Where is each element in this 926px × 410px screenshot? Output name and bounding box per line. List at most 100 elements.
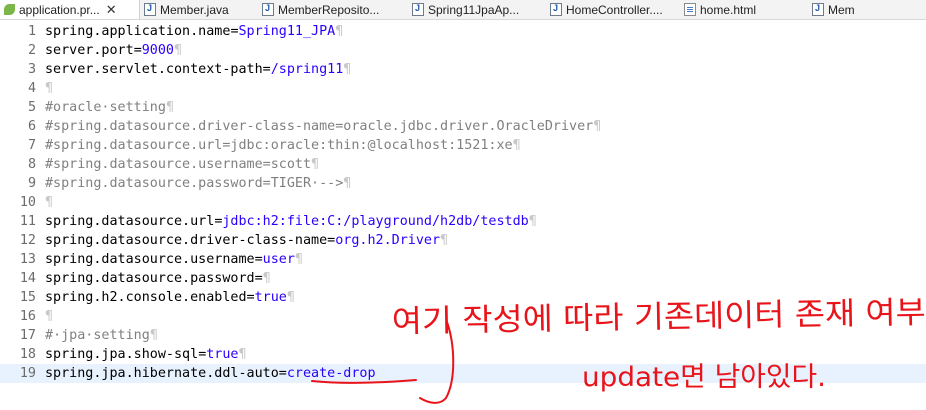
code-text: spring.datasource.username=user¶ — [45, 250, 303, 269]
line-end-marker: ¶ — [343, 62, 352, 77]
code-line[interactable]: 8 #spring.datasource.username=scott¶ — [0, 155, 926, 174]
code-text: server.port=9000¶ — [45, 41, 182, 60]
code-text: #oracle·setting¶ — [45, 98, 174, 117]
code-editor[interactable]: 1 spring.application.name=Spring11_JPA¶ 2 s… — [0, 20, 926, 410]
editor-tab[interactable]: application.pr... ✕ — [0, 0, 140, 19]
java-file-icon — [144, 3, 156, 16]
code-text: ¶ — [45, 307, 53, 326]
property-key: spring.jpa.hibernate.ddl-auto — [45, 366, 279, 381]
line-end-marker: ¶ — [294, 252, 303, 267]
code-line[interactable]: 16 ¶ — [0, 307, 926, 326]
line-end-marker: ¶ — [528, 214, 537, 229]
code-line[interactable]: 7 #spring.datasource.url=jdbc:oracle:thin… — [0, 136, 926, 155]
editor-tab-label: application.pr... — [19, 2, 100, 17]
property-value: Spring11_JPA — [238, 24, 336, 39]
code-line[interactable]: 5 #oracle·setting¶ — [0, 98, 926, 117]
property-key: spring.datasource.driver-class-name — [45, 233, 328, 248]
property-key: spring.h2.console.enabled — [45, 290, 247, 305]
line-number: 12 — [19, 233, 36, 248]
line-number: 6 — [27, 119, 36, 134]
property-key: spring.datasource.password — [45, 271, 255, 286]
code-line[interactable]: 6 #spring.datasource.driver-class-name=or… — [0, 117, 926, 136]
line-number: 2 — [27, 43, 36, 58]
java-file-icon — [412, 3, 424, 16]
line-number: 14 — [19, 271, 36, 286]
comment-text: #spring.datasource.password=TIGER·--> — [45, 176, 344, 191]
equals-sign: = — [262, 62, 271, 77]
code-text: server.servlet.context-path=/spring11¶ — [45, 60, 351, 79]
equals-sign: = — [133, 43, 142, 58]
editor-tab[interactable]: Mem — [808, 0, 926, 19]
equals-sign: = — [254, 271, 263, 286]
code-text: spring.datasource.driver-class-name=org.… — [45, 231, 448, 250]
property-key: server.port — [45, 43, 134, 58]
code-line[interactable]: 10 ¶ — [0, 193, 926, 212]
property-value: jdbc:h2:file:C:/playground/h2db/testdb — [222, 214, 529, 229]
java-file-icon — [550, 3, 562, 16]
line-end-marker: ¶ — [512, 138, 521, 153]
property-value: create-drop — [286, 366, 376, 381]
property-key: spring.datasource.url — [45, 214, 215, 229]
line-end-marker: ¶ — [593, 119, 602, 134]
code-text: spring.application.name=Spring11_JPA¶ — [45, 22, 343, 41]
code-text: spring.h2.console.enabled=true¶ — [45, 288, 295, 307]
editor-tab-label: HomeController.... — [566, 2, 663, 17]
line-end-marker: ¶ — [45, 81, 54, 96]
code-line[interactable]: 14 spring.datasource.password=¶ — [0, 269, 926, 288]
code-line[interactable]: 19 spring.jpa.hibernate.ddl-auto=create-d… — [0, 364, 926, 383]
equals-sign: = — [230, 24, 239, 39]
line-number: 7 — [27, 138, 36, 153]
code-line[interactable]: 12 spring.datasource.driver-class-name=or… — [0, 231, 926, 250]
equals-sign: = — [278, 366, 287, 381]
code-text: spring.datasource.url=jdbc:h2:file:C:/pl… — [45, 212, 537, 231]
equals-sign: = — [246, 290, 255, 305]
code-line[interactable]: 15 spring.h2.console.enabled=true¶ — [0, 288, 926, 307]
code-line[interactable]: 18 spring.jpa.show-sql=true¶ — [0, 345, 926, 364]
code-text: #spring.datasource.driver-class-name=ora… — [45, 117, 601, 136]
editor-tab[interactable]: home.html — [680, 0, 808, 19]
editor-tab[interactable]: HomeController.... — [546, 0, 680, 19]
close-tab-icon[interactable]: ✕ — [106, 2, 117, 18]
editor-tab-label: Member.java — [160, 2, 229, 17]
code-line[interactable]: 13 spring.datasource.username=user¶ — [0, 250, 926, 269]
property-value: /spring11 — [270, 62, 344, 77]
code-text: ¶ — [45, 79, 53, 98]
editor-tab[interactable]: MemberReposito... — [258, 0, 408, 19]
editor-tab-label: MemberReposito... — [278, 2, 380, 17]
comment-text: #spring.datasource.driver-class-name=ora… — [45, 119, 594, 134]
line-number: 8 — [27, 157, 36, 172]
line-end-marker: ¶ — [238, 347, 247, 362]
property-value: true — [254, 290, 287, 305]
line-number: 19 — [19, 366, 36, 381]
line-end-marker: ¶ — [45, 195, 54, 210]
line-end-marker: ¶ — [286, 290, 295, 305]
line-number: 1 — [27, 24, 36, 39]
code-line[interactable]: 17 #·jpa·setting¶ — [0, 326, 926, 345]
property-value: user — [262, 252, 295, 267]
line-number: 3 — [27, 62, 36, 77]
code-text: spring.jpa.hibernate.ddl-auto=create-dro… — [45, 364, 376, 383]
line-number: 4 — [27, 81, 36, 96]
editor-tab[interactable]: Spring11JpaAp... — [408, 0, 546, 19]
code-line[interactable]: 4 ¶ — [0, 79, 926, 98]
comment-text: #·jpa·setting — [45, 328, 150, 343]
property-key: spring.datasource.username — [45, 252, 255, 267]
code-text: #·jpa·setting¶ — [45, 326, 158, 345]
editor-tab[interactable]: Member.java — [140, 0, 258, 19]
code-line[interactable]: 3 server.servlet.context-path=/spring11¶ — [0, 60, 926, 79]
line-number: 5 — [27, 100, 36, 115]
comment-text: #spring.datasource.url=jdbc:oracle:thin:… — [45, 138, 513, 153]
properties-file-icon — [4, 4, 15, 15]
code-line[interactable]: 9 #spring.datasource.password=TIGER·-->¶ — [0, 174, 926, 193]
html-file-icon — [684, 3, 696, 16]
line-end-marker: ¶ — [165, 100, 174, 115]
equals-sign: = — [254, 252, 263, 267]
comment-text: #oracle·setting — [45, 100, 166, 115]
code-line[interactable]: 2 server.port=9000¶ — [0, 41, 926, 60]
code-line[interactable]: 11 spring.datasource.url=jdbc:h2:file:C:/… — [0, 212, 926, 231]
code-line[interactable]: 1 spring.application.name=Spring11_JPA¶ — [0, 22, 926, 41]
code-text: ¶ — [45, 193, 53, 212]
property-value: org.h2.Driver — [335, 233, 441, 248]
code-text: #spring.datasource.url=jdbc:oracle:thin:… — [45, 136, 521, 155]
line-end-marker: ¶ — [335, 24, 344, 39]
